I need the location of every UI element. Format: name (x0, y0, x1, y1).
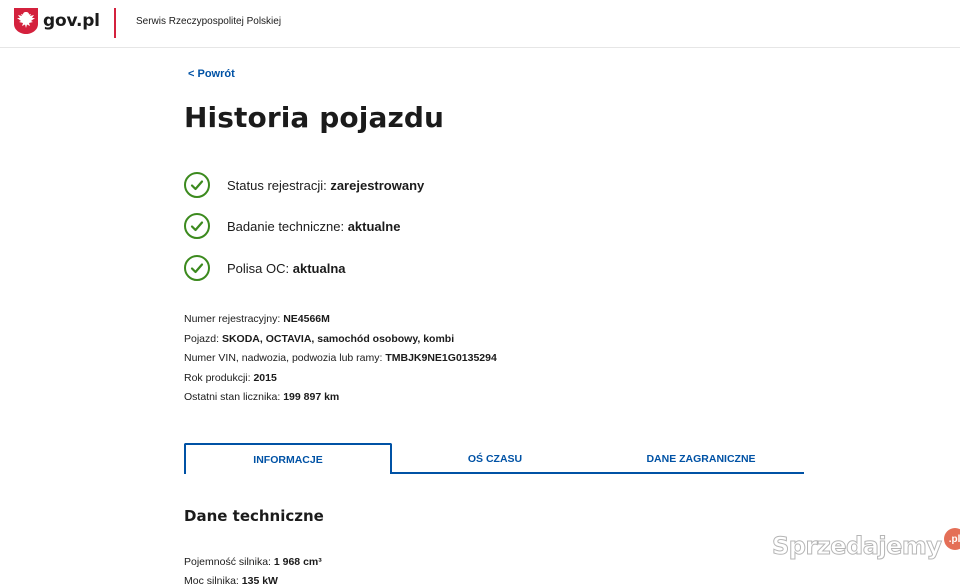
tech-label: Moc silnika: (184, 575, 242, 587)
status-insurance: Polisa OC: aktualna (184, 253, 346, 283)
status-value: aktualna (292, 260, 346, 276)
detail-label: Numer VIN, nadwozia, podwozia lub ramy: (184, 352, 386, 364)
tab-informacje[interactable]: INFORMACJE (184, 443, 392, 476)
detail-production-year: Rok produkcji: 2015 (184, 372, 277, 384)
detail-value: 2015 (253, 372, 277, 384)
check-circle-icon (184, 213, 210, 239)
top-bar: gov.pl Serwis Rzeczypospolitej Polskiej (0, 0, 960, 48)
gov-logo[interactable]: gov.pl (13, 7, 100, 35)
status-label: Polisa OC: (227, 260, 293, 276)
detail-value: 199 897 km (283, 391, 340, 403)
tech-engine-capacity: Pojemność silnika: 1 968 cm³ (184, 556, 322, 568)
detail-odometer: Ostatni stan licznika: 199 897 km (184, 391, 339, 403)
check-circle-icon (184, 255, 210, 281)
logo-text: gov.pl (43, 11, 100, 31)
page-title: Historia pojazdu (184, 101, 445, 134)
status-value: zarejestrowany (330, 177, 425, 193)
watermark-badge: .pl (943, 528, 960, 550)
status-label: Badanie techniczne: (227, 218, 348, 234)
tab-bar: INFORMACJE OŚ CZASU DANE ZAGRANICZNE (184, 443, 804, 476)
service-name: Serwis Rzeczypospolitej Polskiej (136, 16, 282, 27)
check-circle-icon (184, 172, 210, 198)
detail-vin: Numer VIN, nadwozia, podwozia lub ramy: … (184, 352, 497, 364)
detail-vehicle: Pojazd: SKODA, OCTAVIA, samochód osobowy… (184, 333, 454, 345)
detail-value: SKODA, OCTAVIA, samochód osobowy, kombi (221, 333, 455, 345)
page: gov.pl Serwis Rzeczypospolitej Polskiej … (0, 0, 960, 587)
detail-value: NE4566M (283, 313, 330, 325)
tab-os-czasu[interactable]: OŚ CZASU (392, 443, 598, 474)
tab-dane-zagraniczne[interactable]: DANE ZAGRANICZNE (598, 443, 804, 474)
detail-registration-number: Numer rejestracyjny: NE4566M (184, 313, 330, 325)
status-value: aktualne (347, 218, 401, 234)
detail-value: TMBJK9NE1G0135294 (385, 352, 497, 364)
detail-label: Numer rejestracyjny: (184, 313, 284, 325)
detail-label: Pojazd: (184, 333, 222, 345)
tech-engine-power: Moc silnika: 135 kW (184, 575, 278, 587)
watermark: Sprzedajemy .pl (772, 528, 960, 561)
detail-label: Rok produkcji: (184, 372, 254, 384)
status-inspection: Badanie techniczne: aktualne (184, 211, 400, 241)
header-divider (114, 8, 116, 38)
status-registration: Status rejestracji: zarejestrowany (184, 170, 424, 200)
section-title: Dane techniczne (184, 507, 324, 525)
detail-label: Ostatni stan licznika: (184, 391, 284, 403)
eagle-emblem-icon (13, 7, 39, 35)
tech-value: 135 kW (241, 575, 278, 587)
tech-label: Pojemność silnika: (184, 556, 274, 568)
status-label: Status rejestracji: (227, 177, 331, 193)
tech-value: 1 968 cm³ (273, 556, 322, 568)
back-link[interactable]: < Powrót (188, 68, 235, 80)
watermark-text: Sprzedajemy (772, 532, 943, 561)
